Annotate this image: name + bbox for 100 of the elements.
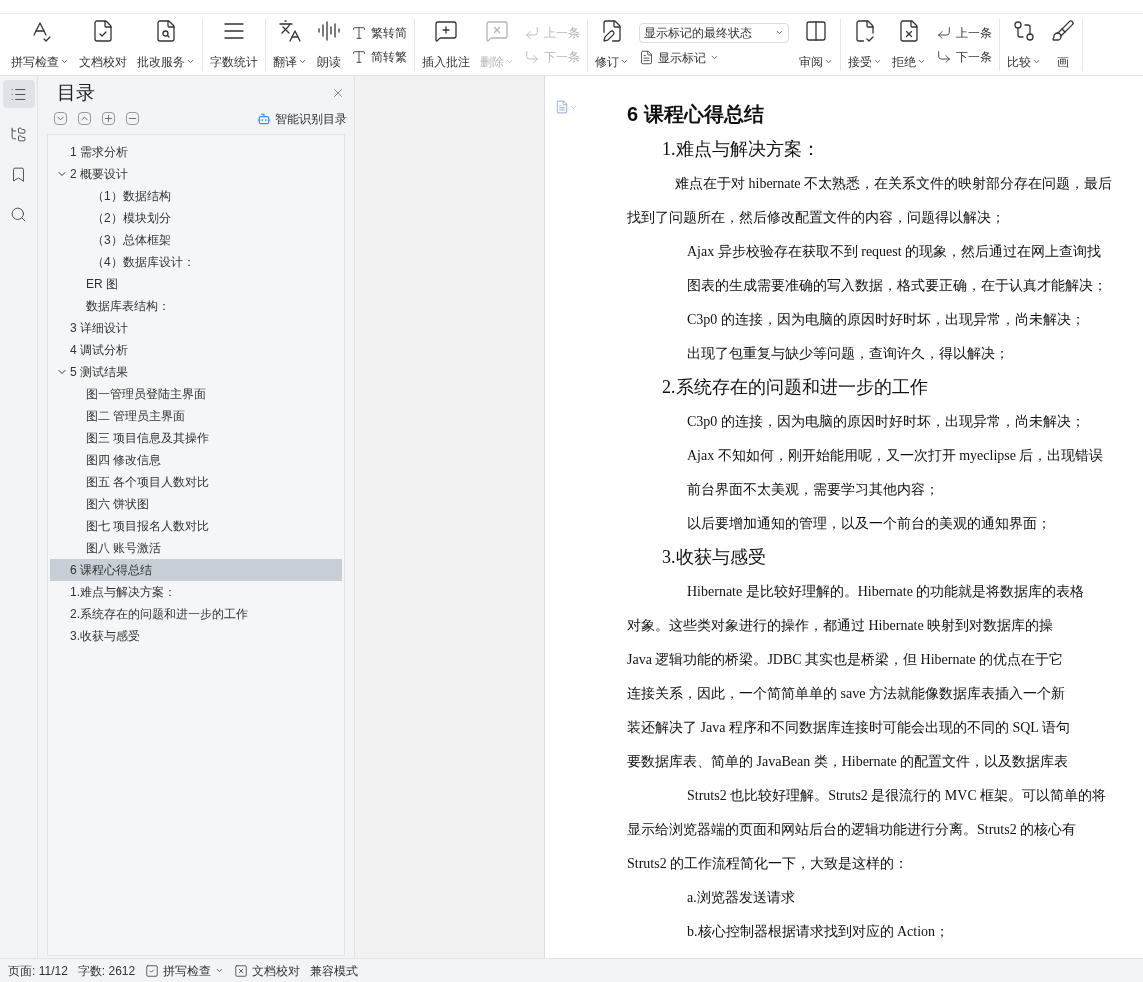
- toolbar-button[interactable]: 简转繁: [351, 47, 407, 66]
- toc-item[interactable]: 1 需求分析: [50, 140, 342, 163]
- character-icon: [351, 24, 367, 41]
- subheading: 1.难点与解决方案：: [661, 137, 821, 161]
- paragraph-line: 难点在于对 hibernate 不太熟悉，在关系文件的映射部分存在问题，最后: [674, 174, 1114, 193]
- minus-icon[interactable]: [126, 112, 139, 125]
- caret-icon: [873, 57, 882, 66]
- toolbar-button[interactable]: 朗读: [313, 18, 345, 71]
- toc-item[interactable]: （4）数据库设计：: [50, 250, 342, 273]
- caret-icon: [505, 57, 514, 66]
- smart-toc-button[interactable]: 智能识别目录: [257, 109, 347, 128]
- toc-item[interactable]: 5 测试结果: [50, 360, 342, 383]
- arrow-right-icon: [524, 48, 540, 65]
- comment-delete-icon: [485, 18, 509, 43]
- caret-icon: [215, 966, 225, 975]
- checkbox-tick-icon: [145, 963, 160, 978]
- caret-icon: [298, 57, 307, 66]
- columns-icon: [804, 18, 828, 43]
- toc-item[interactable]: 数据库表结构：: [50, 294, 342, 317]
- toc-item[interactable]: （3）总体框架: [50, 228, 342, 251]
- toc-item[interactable]: 图七 项目报名人数对比: [50, 514, 342, 537]
- caret-icon: [824, 57, 833, 66]
- toc-item[interactable]: 图六 饼状图: [50, 492, 342, 515]
- character-icon: [351, 48, 367, 65]
- toolbar-button[interactable]: 接受: [844, 18, 886, 71]
- subheading: 3.收获与感受: [661, 545, 767, 569]
- toolbar-button[interactable]: 字数统计: [206, 18, 262, 71]
- caret-icon: [186, 57, 195, 66]
- toolbar-button[interactable]: 拒绝: [888, 18, 930, 71]
- paragraph-line: Struts2 也比较好理解。Struts2 是很流行的 MVC 框架。可以简单的将: [686, 786, 1108, 805]
- robot-icon: [257, 111, 271, 126]
- heading: 6 课程心得总结: [627, 102, 765, 127]
- toolbar-button[interactable]: 比较: [1003, 18, 1045, 71]
- document-icon[interactable]: [555, 100, 569, 114]
- toc-item[interactable]: 图四 修改信息: [50, 448, 342, 471]
- toc-item[interactable]: 图一管理员登陆主界面: [50, 382, 342, 405]
- document-tick-icon: [853, 18, 877, 43]
- toolbar-button[interactable]: 插入批注: [418, 18, 474, 71]
- markup-dropdown[interactable]: 显示标记的最终状态: [639, 22, 789, 43]
- panel-title: 目录: [56, 81, 95, 105]
- toc-item[interactable]: 3 详细设计: [50, 316, 342, 339]
- collapse-all-icon[interactable]: [54, 112, 67, 125]
- paragraph-line: b.核心控制器根据请求找到对应的 Action；: [686, 922, 951, 941]
- proofread-button[interactable]: 文档校对: [234, 961, 301, 980]
- toolbar-button[interactable]: 审阅: [795, 18, 837, 71]
- tree-icon: [10, 125, 27, 143]
- brush-icon: [1051, 18, 1075, 43]
- toolbar-button[interactable]: 下一条: [936, 47, 992, 66]
- caret-icon: [917, 57, 926, 66]
- toolbar-button[interactable]: 批改服务: [133, 18, 199, 71]
- paragraph-line: 前台界面不太美观，需要学习其他内容；: [686, 480, 940, 499]
- paragraph-line: 找到了问题所在，然后修改配置文件的内容，问题得以解决；: [627, 208, 1006, 227]
- expand-up-icon[interactable]: [78, 112, 91, 125]
- toc-item[interactable]: （1）数据结构: [50, 184, 342, 207]
- document-pen-icon: [600, 18, 624, 43]
- arrow-left-icon: [524, 24, 540, 41]
- spell-check-button[interactable]: 拼写检查: [145, 961, 225, 980]
- toolbar-button[interactable]: 修订: [591, 18, 633, 71]
- document-check-icon: [91, 18, 115, 43]
- search-icon: [10, 205, 27, 223]
- toolbar-button[interactable]: 拼写检查: [7, 18, 73, 71]
- toc-item[interactable]: 图三 项目信息及其操作: [50, 426, 342, 449]
- paragraph-line: a.浏览器发送请求: [686, 888, 796, 907]
- document-cross-icon: [897, 18, 921, 43]
- translate-icon: [278, 18, 302, 43]
- paragraph-line: 显示给浏览器端的页面和网站后台的逻辑功能进行分离。Struts2 的核心有: [627, 820, 1078, 839]
- plus-icon[interactable]: [102, 112, 115, 125]
- toc-item[interactable]: 图二 管理员主界面: [50, 404, 342, 427]
- sidebar-tab[interactable]: [2, 80, 35, 108]
- toolbar-button[interactable]: 繁转简: [351, 23, 407, 42]
- paragraph-line: Hibernate 是比较好理解的。Hibernate 的功能就是将数据库的表格: [686, 582, 1086, 601]
- toc-item[interactable]: ER 图: [50, 272, 342, 295]
- show-markup-button[interactable]: 显示标记: [639, 48, 789, 67]
- toc-item[interactable]: 图五 各个项目人数对比: [50, 470, 342, 493]
- toc-item[interactable]: 1.难点与解决方案：: [50, 580, 342, 603]
- toc-item[interactable]: 2.系统存在的问题和进一步的工作: [50, 602, 342, 625]
- toc-item[interactable]: （2）模块划分: [50, 206, 342, 229]
- paragraph-line: Java 逻辑功能的桥梁。JDBC 其实也是桥梁，但 Hibernate 的优点在于它: [627, 650, 1065, 669]
- paragraph-line: C3p0 的连接，因为电脑的原因时好时坏，出现异常，尚未解决；: [686, 310, 1086, 329]
- bookmark-icon: [10, 165, 27, 183]
- compat-mode: 兼容模式: [310, 962, 359, 980]
- toolbar-button[interactable]: 文档校对: [75, 18, 131, 71]
- toc-item[interactable]: 4 调试分析: [50, 338, 342, 361]
- toc-item[interactable]: 3.收获与感受: [50, 624, 342, 647]
- comment-plus-icon: [434, 18, 458, 43]
- toolbar-button[interactable]: 上一条: [936, 23, 992, 42]
- document-icon: [639, 50, 654, 65]
- toc-item[interactable]: 图八 账号激活: [50, 536, 342, 559]
- document-search-icon: [154, 18, 178, 43]
- arrow-right-icon: [936, 48, 952, 65]
- toolbar-button[interactable]: 翻译: [269, 18, 311, 71]
- toc-item[interactable]: 2 概要设计: [50, 162, 342, 185]
- toc-item[interactable]: 6 课程心得总结: [50, 558, 342, 581]
- caret-icon: [1032, 57, 1041, 66]
- caret-icon: [60, 57, 69, 66]
- toolbar-button[interactable]: 画: [1047, 18, 1079, 71]
- word-count[interactable]: 字数: 2612: [77, 961, 136, 980]
- subheading: 2.系统存在的问题和进一步的工作: [661, 375, 929, 399]
- paragraph-line: C3p0 的连接，因为电脑的原因时好时坏，出现异常，尚未解决；: [686, 412, 1086, 431]
- paragraph-line: Struts2 的工作流程简化一下，大致是这样的：: [627, 854, 910, 873]
